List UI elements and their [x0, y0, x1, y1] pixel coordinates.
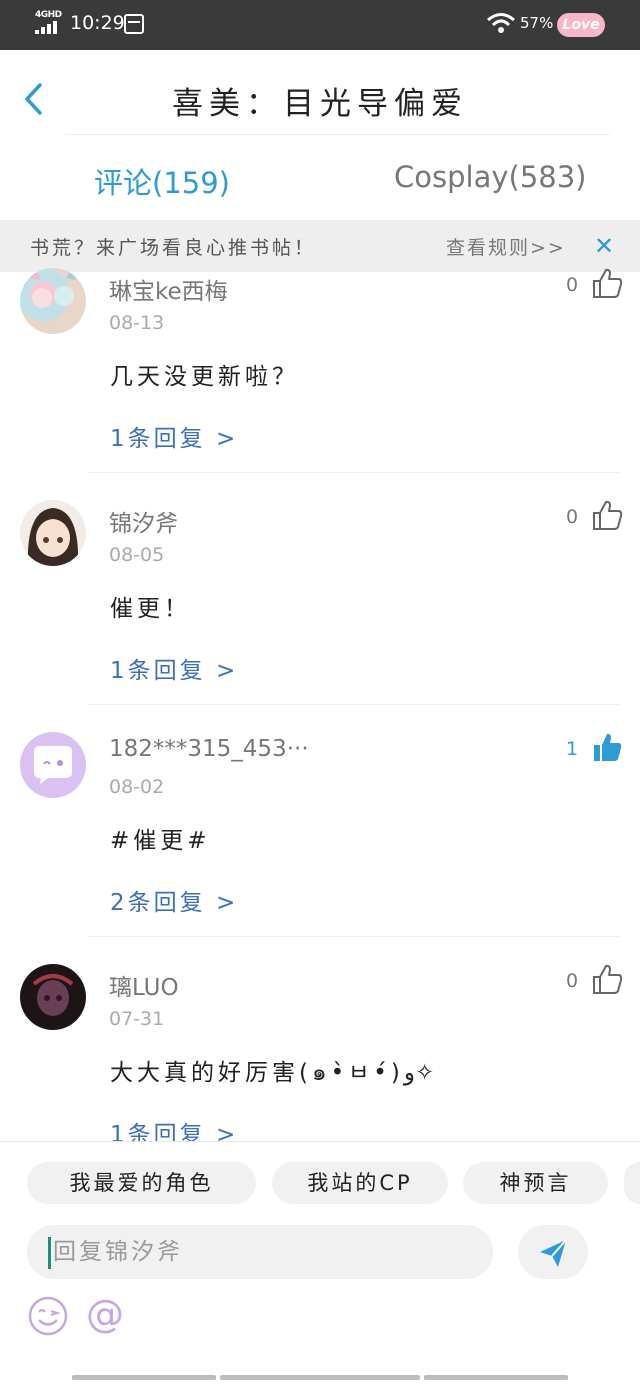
chat-bubble-avatar-icon: [34, 746, 72, 784]
thumbs-up-icon[interactable]: [590, 266, 624, 300]
battery-level: 57%: [520, 14, 554, 32]
quick-reply-chip[interactable]: 我站的CP: [272, 1162, 448, 1204]
quick-reply-chip[interactable]: 我最爱的角色: [27, 1162, 256, 1204]
nav-header: 喜美：目光导偏爱: [0, 50, 640, 136]
home-indicator: [424, 1375, 568, 1380]
replies-link[interactable]: 1条回复 >: [110, 651, 238, 685]
close-icon[interactable]: ✕: [594, 232, 614, 260]
thumbs-up-icon[interactable]: [590, 962, 624, 996]
thumbs-up-filled-icon[interactable]: [590, 730, 624, 764]
status-time: 10:29: [70, 12, 125, 34]
home-indicator: [72, 1375, 216, 1380]
comment-date: 08-05: [109, 544, 165, 566]
like-count: 0: [566, 506, 579, 528]
status-bar: 4GHD 10:29 57% Love: [0, 0, 640, 50]
calendar-icon: [124, 14, 144, 34]
wifi-icon: [487, 13, 515, 33]
view-rules-link[interactable]: 查看规则>>: [446, 233, 566, 260]
home-indicator: [220, 1375, 420, 1380]
replies-link[interactable]: 2条回复 >: [110, 883, 238, 917]
comment-date: 08-13: [109, 312, 165, 334]
like-count: 1: [566, 738, 579, 760]
avatar[interactable]: [20, 268, 86, 334]
reply-input[interactable]: [27, 1225, 493, 1279]
thumbs-up-icon[interactable]: [590, 498, 624, 532]
replies-link[interactable]: 1条回复 >: [110, 419, 238, 453]
mention-icon[interactable]: @: [86, 1292, 124, 1336]
comment-item: 锦汐斧 08-05 催更！ 1条回复 > 0: [0, 500, 640, 736]
avatar[interactable]: [20, 732, 86, 798]
comment-content: 催更！: [110, 596, 191, 622]
dark-photo-avatar-icon: [32, 974, 74, 1016]
tab-cosplay[interactable]: Cosplay(583): [394, 160, 586, 194]
text-caret: [48, 1237, 51, 1269]
quick-reply-chip-overflow[interactable]: [624, 1162, 640, 1204]
comment-date: 07-31: [109, 1008, 165, 1030]
tab-comments[interactable]: 评论(159): [94, 160, 230, 202]
like-count: 0: [566, 274, 579, 296]
comment-divider: [88, 472, 620, 473]
anime-girls-avatar-icon: [30, 268, 76, 308]
comment-divider: [88, 704, 620, 705]
comment-username[interactable]: 182***315_453···: [109, 736, 309, 762]
comment-divider: [88, 936, 620, 937]
notice-banner[interactable]: 书荒？来广场看良心推书帖！ 查看规则>> ✕: [0, 220, 640, 272]
send-icon: [540, 1239, 567, 1267]
comment-username[interactable]: 琳宝ke西梅: [109, 272, 228, 306]
quick-reply-chip[interactable]: 神预言: [463, 1162, 608, 1204]
header-divider: [65, 134, 610, 135]
page-title: 喜美：目光导偏爱: [172, 86, 468, 122]
anime-girl-avatar-icon: [27, 508, 79, 566]
comment-date: 08-02: [109, 776, 165, 798]
reply-panel: 我最爱的角色 我站的CP 神预言 @: [0, 1141, 640, 1387]
comment-item: 琳宝ke西梅 08-13 几天没更新啦？ 1条回复 > 0: [0, 268, 640, 504]
tab-bar: 评论(159) Cosplay(583): [0, 136, 640, 220]
comment-content: #催更#: [110, 828, 211, 854]
comment-content: 几天没更新啦？: [110, 364, 299, 390]
network-type: 4GHD: [35, 10, 62, 20]
comment-item: 182***315_453··· 08-02 #催更# 2条回复 > 1: [0, 732, 640, 968]
avatar[interactable]: [20, 964, 86, 1030]
comment-username[interactable]: 璃LUO: [109, 968, 179, 1002]
avatar[interactable]: [20, 500, 86, 566]
emoji-icon[interactable]: [27, 1295, 69, 1337]
love-badge: Love: [557, 13, 605, 37]
like-count: 0: [566, 970, 579, 992]
comment-content: 大大真的好厉害(๑•̀ㅂ•́)و✧: [110, 1060, 435, 1086]
signal-icon: [35, 20, 61, 34]
notice-text: 书荒？来广场看良心推书帖！: [30, 237, 317, 259]
send-button[interactable]: [518, 1225, 588, 1279]
comment-username[interactable]: 锦汐斧: [109, 504, 178, 538]
